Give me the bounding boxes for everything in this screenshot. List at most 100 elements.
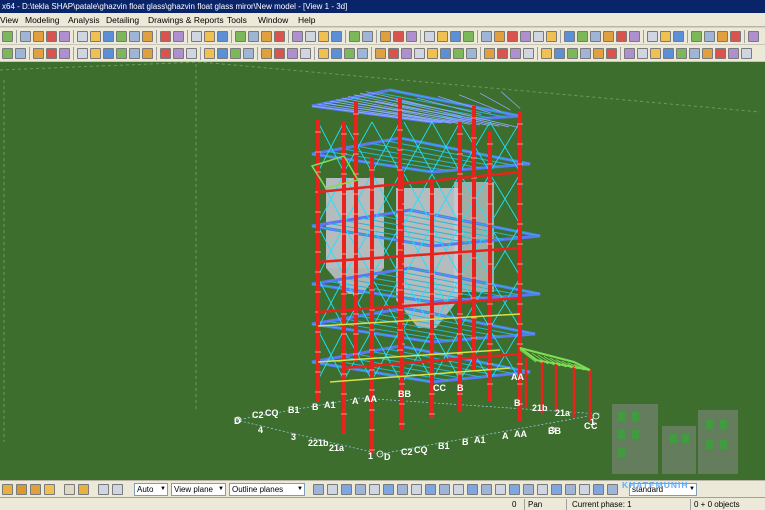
standard-tool-icon[interactable] xyxy=(406,31,417,42)
standard-tool-icon[interactable] xyxy=(33,31,44,42)
standard-tool-icon[interactable] xyxy=(160,31,171,42)
select-welds-icon[interactable] xyxy=(44,484,55,495)
standard-tool-icon[interactable] xyxy=(546,31,557,42)
modeling-tool-icon[interactable] xyxy=(624,48,635,59)
work-plane-dropdown[interactable]: View plane ▼ xyxy=(171,483,226,496)
menu-window[interactable]: Window xyxy=(258,13,288,27)
snap-switch-icon[interactable] xyxy=(341,484,352,495)
modeling-tool-icon[interactable] xyxy=(414,48,425,59)
standard-tool-icon[interactable] xyxy=(318,31,329,42)
plane-type-dropdown[interactable]: Outline planes ▼ xyxy=(229,483,305,496)
menu-view[interactable]: View xyxy=(0,13,18,27)
modeling-tool-icon[interactable] xyxy=(230,48,241,59)
snap-switch-icon[interactable] xyxy=(327,484,338,495)
standard-tool-icon[interactable] xyxy=(437,31,448,42)
standard-tool-icon[interactable] xyxy=(173,31,184,42)
modeling-tool-icon[interactable] xyxy=(129,48,140,59)
standard-tool-icon[interactable] xyxy=(59,31,70,42)
standard-tool-icon[interactable] xyxy=(349,31,360,42)
modeling-tool-icon[interactable] xyxy=(510,48,521,59)
modeling-tool-icon[interactable] xyxy=(440,48,451,59)
modeling-tool-icon[interactable] xyxy=(554,48,565,59)
standard-tool-icon[interactable] xyxy=(603,31,614,42)
modeling-tool-icon[interactable] xyxy=(689,48,700,59)
modeling-tool-icon[interactable] xyxy=(318,48,329,59)
standard-tool-icon[interactable] xyxy=(274,31,285,42)
snap-switch-icon[interactable] xyxy=(467,484,478,495)
modeling-tool-icon[interactable] xyxy=(357,48,368,59)
modeling-tool-icon[interactable] xyxy=(331,48,342,59)
modeling-tool-icon[interactable] xyxy=(59,48,70,59)
select-bolts-icon[interactable] xyxy=(30,484,41,495)
snap-switch-icon[interactable] xyxy=(607,484,618,495)
modeling-tool-icon[interactable] xyxy=(261,48,272,59)
modeling-tool-icon[interactable] xyxy=(541,48,552,59)
snap-switch-icon[interactable] xyxy=(593,484,604,495)
modeling-tool-icon[interactable] xyxy=(217,48,228,59)
modeling-tool-icon[interactable] xyxy=(676,48,687,59)
snap-switch-icon[interactable] xyxy=(551,484,562,495)
select-mode-dropdown[interactable]: Auto ▼ xyxy=(134,483,168,496)
modeling-tool-icon[interactable] xyxy=(344,48,355,59)
modeling-tool-icon[interactable] xyxy=(274,48,285,59)
standard-tool-icon[interactable] xyxy=(481,31,492,42)
standard-tool-icon[interactable] xyxy=(590,31,601,42)
modeling-tool-icon[interactable] xyxy=(650,48,661,59)
standard-tool-icon[interactable] xyxy=(673,31,684,42)
standard-tool-icon[interactable] xyxy=(292,31,303,42)
modeling-tool-icon[interactable] xyxy=(103,48,114,59)
modeling-tool-icon[interactable] xyxy=(702,48,713,59)
modeling-tool-icon[interactable] xyxy=(77,48,88,59)
standard-tool-icon[interactable] xyxy=(362,31,373,42)
snap-switch-icon[interactable] xyxy=(313,484,324,495)
modeling-tool-icon[interactable] xyxy=(663,48,674,59)
modeling-tool-icon[interactable] xyxy=(427,48,438,59)
snap-points-icon[interactable] xyxy=(64,484,75,495)
snap-switch-icon[interactable] xyxy=(383,484,394,495)
standard-tool-icon[interactable] xyxy=(46,31,57,42)
standard-tool-icon[interactable] xyxy=(217,31,228,42)
select-parts-icon[interactable] xyxy=(16,484,27,495)
standard-tool-icon[interactable] xyxy=(450,31,461,42)
select-object-icon[interactable] xyxy=(112,484,123,495)
standard-tool-icon[interactable] xyxy=(520,31,531,42)
standard-tool-icon[interactable] xyxy=(191,31,202,42)
standard-tool-icon[interactable] xyxy=(717,31,728,42)
modeling-tool-icon[interactable] xyxy=(593,48,604,59)
standard-tool-icon[interactable] xyxy=(103,31,114,42)
menu-help[interactable]: Help xyxy=(298,13,315,27)
modeling-tool-icon[interactable] xyxy=(523,48,534,59)
standard-tool-icon[interactable] xyxy=(20,31,31,42)
menu-tools[interactable]: Tools xyxy=(227,13,247,27)
select-all-icon[interactable] xyxy=(2,484,13,495)
standard-tool-icon[interactable] xyxy=(2,31,13,42)
modeling-tool-icon[interactable] xyxy=(401,48,412,59)
standard-tool-icon[interactable] xyxy=(235,31,246,42)
snap-switch-icon[interactable] xyxy=(537,484,548,495)
standard-tool-icon[interactable] xyxy=(248,31,259,42)
snap-switch-icon[interactable] xyxy=(453,484,464,495)
snap-switch-icon[interactable] xyxy=(397,484,408,495)
snap-lines-icon[interactable] xyxy=(78,484,89,495)
standard-tool-icon[interactable] xyxy=(77,31,88,42)
standard-tool-icon[interactable] xyxy=(647,31,658,42)
modeling-tool-icon[interactable] xyxy=(466,48,477,59)
standard-tool-icon[interactable] xyxy=(331,31,342,42)
modeling-tool-icon[interactable] xyxy=(46,48,57,59)
standard-tool-icon[interactable] xyxy=(261,31,272,42)
snap-switch-icon[interactable] xyxy=(565,484,576,495)
standard-tool-icon[interactable] xyxy=(507,31,518,42)
standard-tool-icon[interactable] xyxy=(629,31,640,42)
standard-tool-icon[interactable] xyxy=(616,31,627,42)
menu-analysis[interactable]: Analysis xyxy=(68,13,100,27)
modeling-tool-icon[interactable] xyxy=(715,48,726,59)
modeling-tool-icon[interactable] xyxy=(728,48,739,59)
standard-tool-icon[interactable] xyxy=(494,31,505,42)
standard-tool-icon[interactable] xyxy=(90,31,101,42)
standard-tool-icon[interactable] xyxy=(730,31,741,42)
modeling-tool-icon[interactable] xyxy=(637,48,648,59)
modeling-tool-icon[interactable] xyxy=(160,48,171,59)
modeling-tool-icon[interactable] xyxy=(142,48,153,59)
modeling-tool-icon[interactable] xyxy=(15,48,26,59)
standard-tool-icon[interactable] xyxy=(533,31,544,42)
